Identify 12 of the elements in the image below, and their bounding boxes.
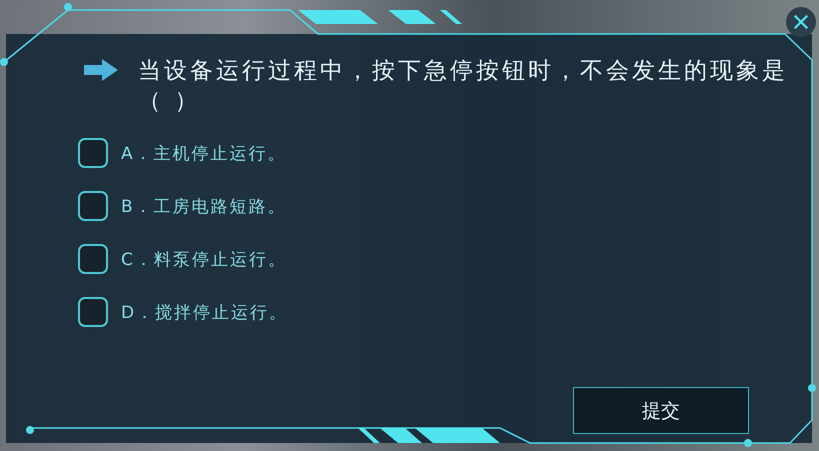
close-icon[interactable] <box>786 7 816 37</box>
option-label[interactable]: C．料泵停止运行。 <box>121 248 287 270</box>
checkbox[interactable] <box>78 191 108 221</box>
checkbox[interactable] <box>78 138 108 168</box>
question-text: 当设备运行过程中，按下急停按钮时，不会发生的现象是（ ） <box>138 57 789 116</box>
option-label[interactable]: D．搅拌停止运行。 <box>121 300 288 324</box>
arrow-icon <box>84 59 118 81</box>
checkbox[interactable] <box>78 297 108 327</box>
option-label[interactable]: B．工房电路短路。 <box>121 194 287 218</box>
submit-button[interactable]: 提交 <box>573 387 749 434</box>
option-label[interactable]: A．主机停止运行。 <box>121 142 287 164</box>
checkbox[interactable] <box>78 244 108 274</box>
